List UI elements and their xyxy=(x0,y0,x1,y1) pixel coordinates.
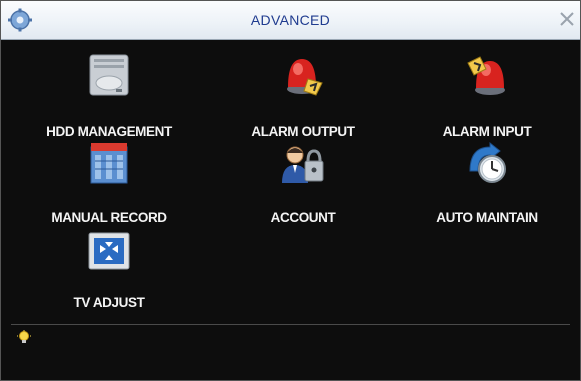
advanced-window: ADVANCED HDD MANAGEMENT ALARM OUTPUT ALA… xyxy=(0,0,581,381)
menu-item-hdd-management[interactable]: HDD MANAGEMENT xyxy=(19,39,199,139)
alarm-input-icon xyxy=(467,56,505,95)
auto-maintain-icon xyxy=(469,141,506,183)
menu-item-alarm-output[interactable]: ALARM OUTPUT xyxy=(213,39,393,139)
menu-item-label: ACCOUNT xyxy=(270,210,336,225)
tv-adjust-icon xyxy=(88,232,130,270)
title-bar: ADVANCED xyxy=(1,1,580,40)
menu-grid: HDD MANAGEMENT ALARM OUTPUT ALARM INPUT … xyxy=(1,39,580,325)
window-title: ADVANCED xyxy=(250,12,331,28)
menu-item-account[interactable]: ACCOUNT xyxy=(213,127,393,225)
menu-item-tv-adjust[interactable]: TV ADJUST xyxy=(19,215,199,310)
menu-item-manual-record[interactable]: MANUAL RECORD xyxy=(19,127,199,225)
alarm-output-icon xyxy=(287,59,323,96)
lightbulb-icon xyxy=(17,330,31,343)
menu-item-label: AUTO MAINTAIN xyxy=(436,210,538,225)
menu-item-label: TV ADJUST xyxy=(73,295,145,310)
menu-item-auto-maintain[interactable]: AUTO MAINTAIN xyxy=(397,127,577,225)
account-icon xyxy=(282,146,324,183)
manual-record-icon xyxy=(90,143,128,184)
status-bar xyxy=(1,325,580,380)
close-icon[interactable] xyxy=(558,10,576,28)
menu-item-alarm-input[interactable]: ALARM INPUT xyxy=(397,39,577,139)
hdd-icon xyxy=(89,54,129,96)
